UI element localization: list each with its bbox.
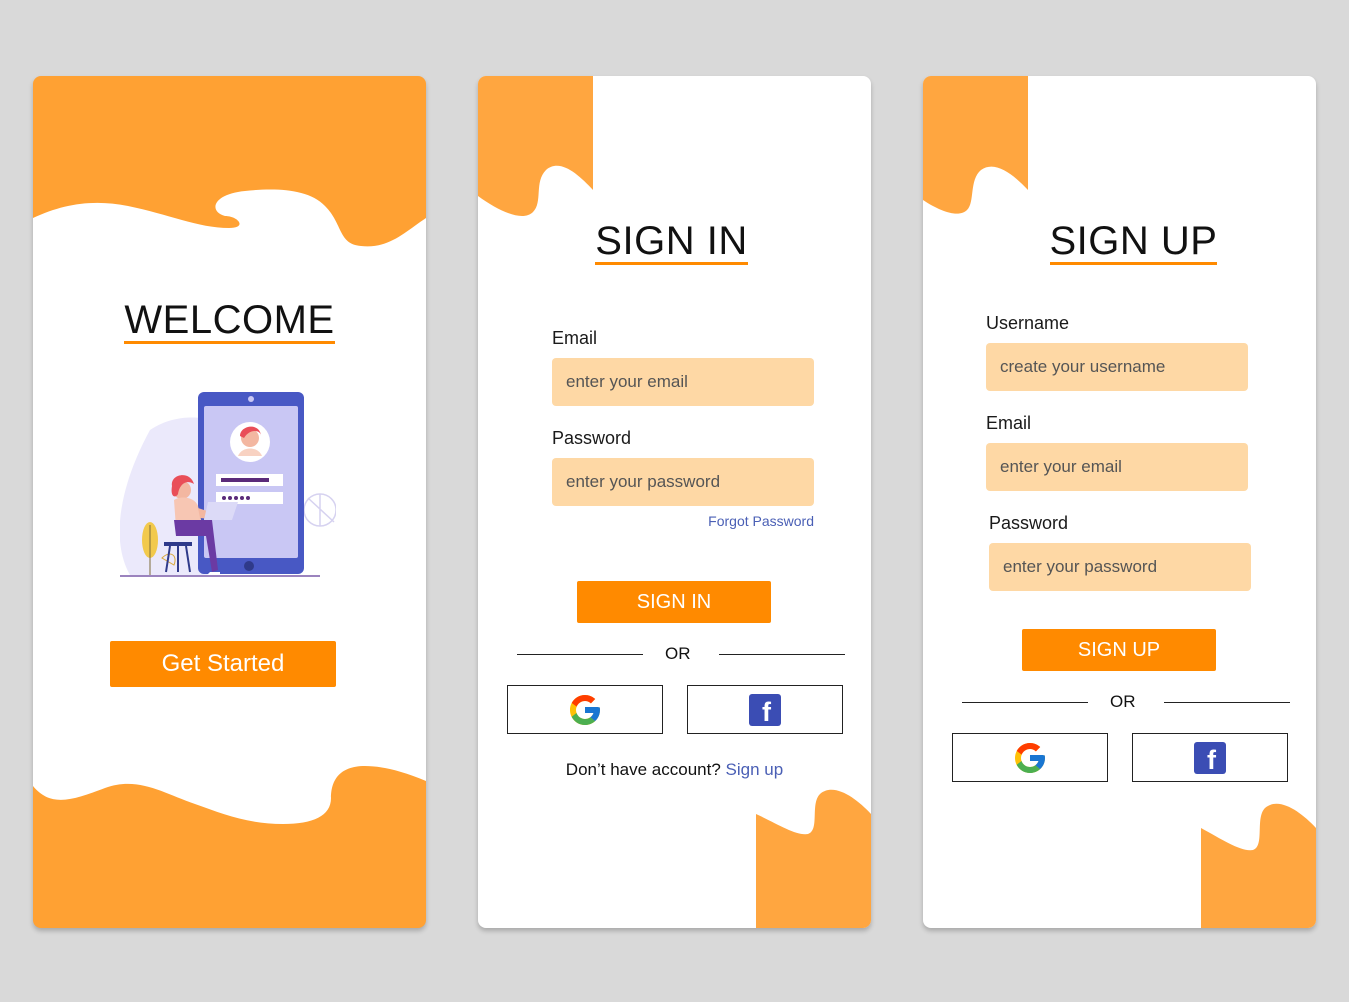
username-label: Username [986, 313, 1070, 333]
no-account-text: Don’t have account? [565, 760, 721, 779]
google-signin-button[interactable] [507, 685, 663, 734]
signup-screen: SIGN UP Username Email Password SIGN UP … [923, 76, 1316, 928]
login-illustration [120, 392, 336, 577]
forgot-password-link[interactable]: Forgot Password [708, 513, 814, 529]
google-icon [570, 694, 600, 725]
password-input[interactable] [552, 458, 814, 506]
email-input[interactable] [986, 443, 1248, 491]
signup-button[interactable]: SIGN UP [1022, 629, 1216, 671]
password-label: Password [552, 428, 632, 448]
or-divider-text: OR [1110, 692, 1136, 711]
email-label: Email [552, 328, 598, 348]
email-label: Email [986, 413, 1032, 433]
facebook-icon: f [749, 693, 781, 726]
username-input[interactable] [986, 343, 1248, 391]
corner-wave-shapes [923, 76, 1316, 928]
facebook-signin-button[interactable]: f [687, 685, 843, 734]
signup-prompt: Don’t have account? Sign up [478, 760, 871, 780]
google-icon [1015, 742, 1045, 773]
divider-left [517, 654, 643, 655]
signup-link[interactable]: Sign up [726, 760, 784, 779]
facebook-signup-button[interactable]: f [1132, 733, 1288, 782]
facebook-icon: f [1194, 741, 1226, 774]
signup-title: SIGN UP [1049, 219, 1218, 265]
welcome-title: WELCOME [124, 298, 335, 344]
email-input[interactable] [552, 358, 814, 406]
google-signup-button[interactable] [952, 733, 1108, 782]
get-started-button[interactable]: Get Started [110, 641, 336, 687]
signin-title: SIGN IN [595, 219, 748, 265]
signin-screen: SIGN IN Email Password Forgot Password S… [478, 76, 871, 928]
divider-right [1164, 702, 1290, 703]
password-label: Password [989, 513, 1069, 533]
password-input[interactable] [989, 543, 1251, 591]
signin-button[interactable]: SIGN IN [577, 581, 771, 623]
divider-right [719, 654, 845, 655]
welcome-screen: WELCOME Get Started [33, 76, 426, 928]
divider-left [962, 702, 1088, 703]
or-divider-text: OR [665, 644, 691, 663]
